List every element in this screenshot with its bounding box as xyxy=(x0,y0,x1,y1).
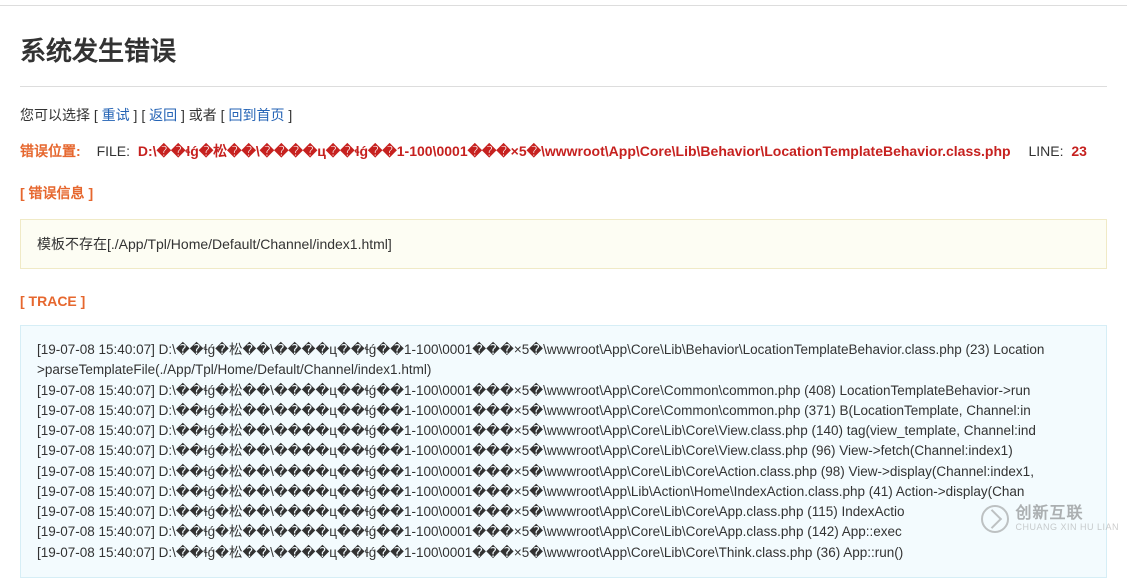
error-message: 模板不存在[./App/Tpl/Home/Default/Channel/ind… xyxy=(37,236,392,252)
page-title: 系统发生错误 xyxy=(20,6,1107,87)
watermark-logo-icon xyxy=(981,505,1009,533)
error-message-box: 模板不存在[./App/Tpl/Home/Default/Channel/ind… xyxy=(20,219,1107,269)
line-number: 23 xyxy=(1071,143,1087,159)
line-label: LINE: xyxy=(1028,143,1063,159)
options-row: 您可以选择 [ 重试 ] [ 返回 ] 或者 [ 回到首页 ] xyxy=(20,87,1107,135)
trace-line: [19-07-08 15:40:07] D:\��ɬǵ�松��\����ц��ɬ… xyxy=(37,543,1090,563)
trace-line: [19-07-08 15:40:07] D:\��ɬǵ�松��\����ц��ɬ… xyxy=(37,502,1090,522)
trace-line: [19-07-08 15:40:07] D:\��ɬǵ�松��\����ц��ɬ… xyxy=(37,441,1090,461)
watermark-sub: CHUANG XIN HU LIAN xyxy=(1015,523,1119,533)
back-link[interactable]: 返回 xyxy=(149,107,177,123)
error-location-row: 错误位置: FILE: D:\��ɬǵ�松��\����ц��ɬǵ��1-100… xyxy=(20,135,1107,175)
trace-line: [19-07-08 15:40:07] D:\��ɬǵ�松��\����ц��ɬ… xyxy=(37,401,1090,421)
watermark-text: 创新互联 CHUANG XIN HU LIAN xyxy=(1015,505,1119,532)
trace-line: [19-07-08 15:40:07] D:\��ɬǵ�松��\����ц��ɬ… xyxy=(37,482,1090,502)
options-prefix: 您可以选择 xyxy=(20,107,90,123)
options-or: 或者 xyxy=(189,107,217,123)
error-info-header: [ 错误信息 ] xyxy=(20,175,1107,211)
trace-line: [19-07-08 15:40:07] D:\��ɬǵ�松��\����ц��ɬ… xyxy=(37,381,1090,401)
file-path: D:\��ɬǵ�松��\����ц��ɬǵ��1-100\0001���×5�\… xyxy=(138,143,1011,159)
watermark: 创新互联 CHUANG XIN HU LIAN xyxy=(981,505,1119,533)
trace-line: [19-07-08 15:40:07] D:\��ɬǵ�松��\����ц��ɬ… xyxy=(37,340,1090,360)
home-link[interactable]: 回到首页 xyxy=(228,107,284,123)
watermark-main: 创新互联 xyxy=(1015,505,1119,523)
retry-link[interactable]: 重试 xyxy=(102,107,130,123)
trace-line: >parseTemplateFile(./App/Tpl/Home/Defaul… xyxy=(37,360,1090,380)
trace-line: [19-07-08 15:40:07] D:\��ɬǵ�松��\����ц��ɬ… xyxy=(37,522,1090,542)
trace-line: [19-07-08 15:40:07] D:\��ɬǵ�松��\����ц��ɬ… xyxy=(37,462,1090,482)
trace-box: [19-07-08 15:40:07] D:\��ɬǵ�松��\����ц��ɬ… xyxy=(20,325,1107,578)
trace-line: [19-07-08 15:40:07] D:\��ɬǵ�松��\����ц��ɬ… xyxy=(37,421,1090,441)
file-label: FILE: xyxy=(97,143,130,159)
trace-header: [ TRACE ] xyxy=(20,285,1107,317)
error-location-label: 错误位置: xyxy=(20,143,81,159)
